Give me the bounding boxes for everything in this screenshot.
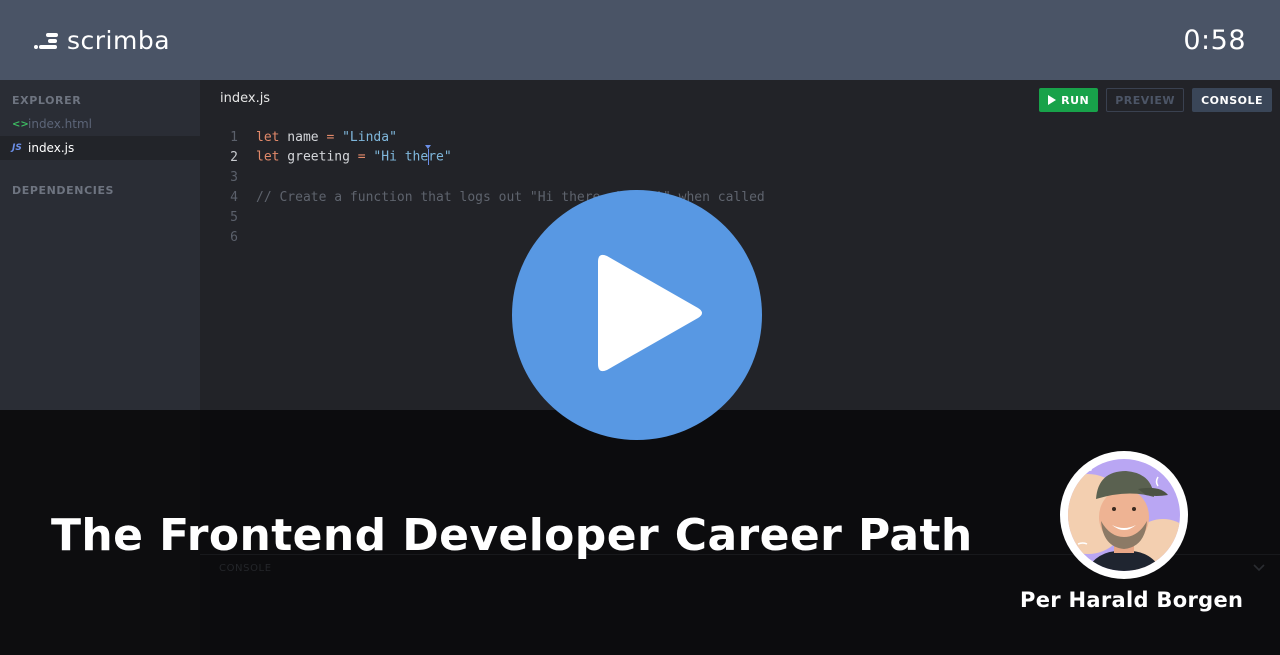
code-line: 4 // Create a function that logs out "Hi…: [200, 187, 1280, 207]
file-name: index.html: [28, 117, 92, 131]
line-number: 5: [230, 209, 238, 225]
video-timer: 0:58: [1183, 24, 1246, 56]
scrimba-logo[interactable]: scrimba: [34, 26, 170, 55]
string-literal: "Hi the: [365, 149, 429, 165]
play-icon: [598, 254, 702, 372]
keyword: let: [256, 129, 280, 145]
js-file-icon: JS: [12, 143, 22, 153]
code-line: 1 let name = "Linda": [200, 127, 1280, 147]
code-line: 2 let greeting = "Hi there": [200, 145, 1280, 167]
file-item-index-js[interactable]: JS index.js: [0, 136, 200, 160]
editor-file-tab[interactable]: index.js: [220, 91, 270, 106]
file-item-index-html[interactable]: <> index.html: [0, 112, 200, 136]
play-icon: [1048, 95, 1057, 105]
code-line: 3: [200, 167, 1280, 187]
line-number: 4: [230, 189, 238, 205]
top-header: scrimba 0:58: [0, 0, 1280, 80]
run-button[interactable]: RUN: [1039, 88, 1099, 112]
identifier: greeting: [279, 149, 358, 165]
course-title: The Frontend Developer Career Path: [51, 510, 973, 561]
file-name: index.js: [28, 141, 75, 155]
keyword: let: [256, 149, 280, 165]
identifier: name: [279, 129, 327, 145]
file-explorer-sidebar: EXPLORER <> index.html JS index.js DEPEN…: [0, 80, 200, 410]
console-panel-label[interactable]: CONSOLE: [219, 563, 272, 574]
string-literal: re": [428, 149, 452, 165]
instructor-photo: [1068, 459, 1180, 571]
html-code-icon: <>: [12, 118, 29, 130]
line-number: 2: [230, 149, 238, 165]
code-area[interactable]: 1 let name = "Linda" 2 let greeting = "H…: [200, 127, 1280, 247]
run-label: RUN: [1061, 93, 1090, 107]
scrimba-logo-icon: [34, 31, 59, 49]
chevron-down-icon[interactable]: [1252, 560, 1266, 574]
preview-button[interactable]: PREVIEW: [1106, 88, 1185, 112]
line-number: 6: [230, 229, 238, 245]
code-line: 5: [200, 207, 1280, 227]
instructor-avatar: [1060, 451, 1188, 579]
line-number: 3: [230, 169, 238, 185]
operator: =: [357, 149, 366, 165]
play-video-button[interactable]: [512, 190, 762, 440]
explorer-heading: EXPLORER: [12, 94, 82, 107]
editor-toolbar: RUN PREVIEW CONSOLE: [1039, 88, 1272, 112]
console-button[interactable]: CONSOLE: [1192, 88, 1272, 112]
string-literal: "Linda": [334, 129, 397, 145]
brand-name: scrimba: [67, 25, 171, 55]
text-cursor: [424, 145, 431, 165]
dependencies-heading[interactable]: DEPENDENCIES: [0, 184, 126, 197]
line-number: 1: [230, 129, 238, 145]
instructor-name: Per Harald Borgen: [1020, 588, 1244, 612]
